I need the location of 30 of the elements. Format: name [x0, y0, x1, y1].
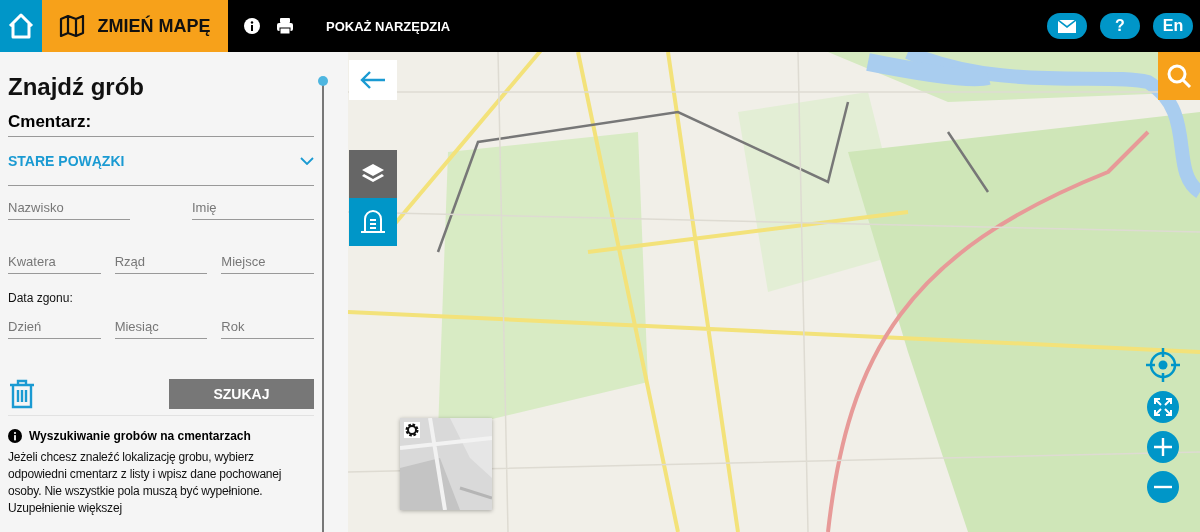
home-button[interactable]: [0, 0, 42, 52]
info-title: Wyszukiwanie grobów na cmentarzach: [29, 429, 251, 443]
search-button[interactable]: SZUKAJ: [169, 379, 314, 409]
info-icon: [8, 429, 22, 443]
print-icon[interactable]: [276, 17, 294, 35]
text-field[interactable]: Nazwisko: [8, 194, 130, 220]
change-map-button[interactable]: ZMIEŃ MAPĘ: [42, 0, 228, 52]
text-field[interactable]: Miejsce: [221, 248, 314, 274]
cemetery-select[interactable]: STARE POWĄZKI: [8, 137, 314, 186]
language-button[interactable]: En: [1153, 13, 1193, 39]
text-field[interactable]: Dzień: [8, 313, 101, 339]
text-field[interactable]: Imię: [192, 194, 314, 220]
text-field[interactable]: Rok: [221, 313, 314, 339]
cemetery-label: Cmentarz:: [8, 112, 314, 137]
contact-button[interactable]: [1047, 13, 1087, 39]
chevron-icon: [300, 157, 314, 165]
map-icon: [59, 15, 86, 37]
info-text: Jeżeli chcesz znaleźć lokalizację grobu, wybierz odpowiedni cmentarz z listy i wpisz dane pochowanej osoby. Nie wszystkie pola muszą być wypełnione. Uzupełnienie większej: [8, 449, 283, 517]
trash-icon[interactable]: [8, 379, 36, 409]
text-field[interactable]: Kwatera: [8, 248, 101, 274]
panel-title: Znajdź grób: [8, 72, 145, 102]
help-button[interactable]: ?: [1100, 13, 1140, 39]
scroll-thumb[interactable]: [318, 76, 328, 86]
home-icon: [7, 12, 35, 40]
info-icon[interactable]: [244, 18, 260, 34]
envelope-icon: [1058, 19, 1076, 33]
text-field[interactable]: Miesiąc: [114, 313, 208, 339]
text-field[interactable]: Rząd: [114, 248, 208, 274]
show-tools-button[interactable]: POKAŻ NARZĘDZIA: [326, 18, 451, 34]
death-date-label: Data zgonu:: [8, 291, 74, 305]
